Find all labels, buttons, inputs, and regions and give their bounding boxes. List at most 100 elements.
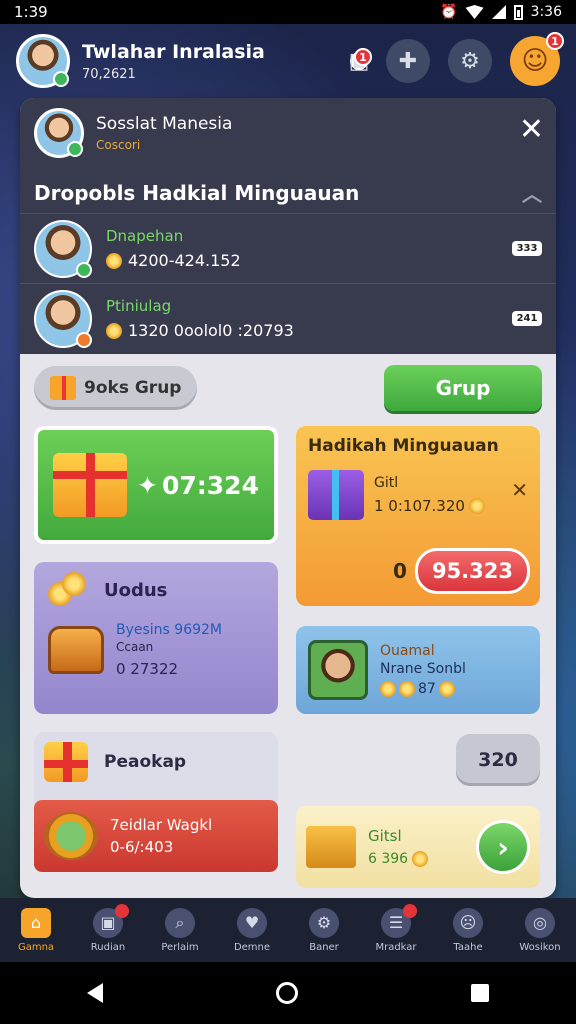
panel-profile-avatar[interactable]	[34, 108, 84, 158]
gift-box-icon	[53, 453, 128, 517]
nav-item-news[interactable]: ☰ Mradkar	[363, 903, 429, 953]
nav-item-chat[interactable]: ◎ Wosikon	[507, 907, 573, 953]
leaderboard-avatar	[34, 289, 92, 348]
nav-badge	[403, 903, 417, 918]
nav-item-heart[interactable]: ♥ Demne	[219, 907, 285, 953]
online-indicator	[53, 71, 69, 87]
purple-gift-icon	[308, 470, 364, 520]
weekly-gift-info: Gitl 1 0:107.320	[374, 475, 485, 515]
count-pill[interactable]: 320	[456, 734, 540, 786]
user-name: Twlahar Inralasia	[82, 40, 265, 63]
nav-item-emoji[interactable]: ☹ Taahe	[435, 907, 501, 953]
nav-label: Rudian	[90, 941, 126, 953]
bonus-title: Uodus	[104, 579, 168, 601]
rewards-grid: ✦ 07:324 Hadikah Minguauan Gitl 1 0:107.3…	[20, 422, 556, 898]
recents-icon[interactable]	[471, 984, 490, 1002]
profile-status-dot	[67, 141, 83, 157]
bonus-card[interactable]: Uodus Byesins 9692M Ccaan 0 27322	[34, 562, 278, 714]
close-icon[interactable]: ✕	[511, 478, 528, 502]
nav-item-shop[interactable]: ▣ Rudian	[75, 903, 141, 953]
friend-info: Ouamal Nrane Sonbl 87	[380, 643, 466, 697]
leaderboard-item[interactable]: Ptiniulag 1320 0oolol0 :20793 241	[20, 283, 556, 353]
leaderboard-name: Dnapehan	[106, 227, 184, 245]
group-button[interactable]: Grup	[384, 365, 542, 411]
arrow-right-icon: ›	[497, 830, 509, 864]
coin-icon	[399, 681, 415, 697]
nav-label: Wosikon	[519, 941, 561, 953]
coin-icon	[106, 252, 122, 269]
timer-card[interactable]: ✦ 07:324	[34, 426, 278, 544]
reward-card[interactable]: 7eidlar Wagkl 0-6/:403	[34, 800, 278, 872]
leaderboard-name: Ptiniulag	[106, 297, 172, 315]
home-icon: ⌂	[21, 907, 51, 938]
nav-badge	[115, 903, 129, 918]
inbox-button[interactable]: ▣ 1	[349, 48, 372, 74]
leaderboard-score-value: 4200-424.152	[128, 251, 241, 270]
coin-icon	[106, 322, 122, 339]
add-icon: ✚	[398, 48, 418, 74]
bonus-header: Uodus	[48, 572, 264, 608]
friend-card[interactable]: Ouamal Nrane Sonbl 87	[296, 626, 540, 714]
timer-value: 07:324	[162, 470, 259, 500]
gift-claim-info: Gitsl 6 396	[368, 827, 429, 867]
weekly-gift-title: Hadikah Minguauan	[308, 436, 499, 456]
settings-icon: ⚙	[460, 48, 480, 74]
home-circle-icon[interactable]	[275, 982, 298, 1004]
bonus-line1: Byesins 9692M	[116, 622, 223, 638]
nav-item-settings[interactable]: ⚙ Baner	[291, 907, 357, 953]
friend-line2: Nrane Sonbl	[380, 661, 466, 677]
nav-item-search[interactable]: ⌕ Perlaim	[147, 907, 213, 953]
top-header: Twlahar Inralasia 70,2621 ▣ 1 ✚ ⚙ ☺ 1	[0, 24, 576, 98]
friend-avatar	[308, 640, 368, 700]
battery-icon	[513, 4, 523, 20]
go-button[interactable]: ›	[476, 820, 530, 874]
weekly-gift-card[interactable]: Hadikah Minguauan Gitl 1 0:107.320 ✕ 0 9…	[296, 426, 540, 606]
panel-heading: Dropobls Hadkial Minguauan ︿	[20, 168, 556, 213]
system-nav-bar	[0, 962, 576, 1024]
gift-claim-amount: 6 396	[368, 851, 409, 867]
mascot-icon: ☺	[521, 46, 549, 76]
bonus-line3: 0 27322	[116, 660, 179, 678]
weekly-gift-actions: 0 95.323	[393, 548, 530, 594]
buy-button[interactable]: 95.323	[414, 548, 530, 594]
group-gift-button[interactable]: 9oks Grup	[34, 366, 198, 410]
panel-profile-info: Sosslat Manesia Coscori	[96, 114, 232, 152]
coin-icon	[380, 681, 396, 697]
bonus-line2: Ccaan	[116, 640, 154, 654]
nav-item-home[interactable]: ⌂ Gamna	[3, 907, 69, 953]
weekly-gift-quantity: 0	[393, 559, 407, 583]
user-avatar[interactable]	[16, 34, 70, 88]
leaderboard-info: Dnapehan 4200-424.152	[106, 227, 512, 270]
money-box-icon	[306, 826, 356, 868]
group-buttons-row: 9oks Grup Grup	[20, 354, 556, 422]
money-chest-icon	[44, 812, 98, 860]
reward-info: 7eidlar Wagkl 0-6/:403	[110, 816, 212, 856]
back-icon[interactable]	[86, 983, 103, 1003]
user-info: Twlahar Inralasia 70,2621	[82, 41, 350, 82]
settings-button[interactable]: ⚙	[448, 39, 492, 83]
coin-icon	[438, 681, 455, 697]
friend-line3: 87	[380, 681, 466, 697]
status-bar: 1:39 ⏰ 3:36	[0, 0, 576, 24]
chest-icon	[48, 626, 104, 674]
package-card[interactable]: Peaokap 7eidlar Wagkl 0-6/:403	[34, 732, 278, 872]
nav-label: Mradkar	[375, 941, 417, 953]
panel-profile-name: Sosslat Manesia	[96, 114, 233, 134]
add-button[interactable]: ✚	[386, 39, 430, 83]
wifi-icon	[465, 5, 484, 19]
nav-label: Taahe	[453, 941, 483, 953]
close-icon[interactable]: ✕	[519, 112, 544, 147]
leaderboard-status-dot	[76, 261, 92, 278]
gift-icon	[50, 376, 76, 400]
leaderboard-item[interactable]: Dnapehan 4200-424.152 333	[20, 213, 556, 283]
mascot-button[interactable]: ☺ 1	[510, 32, 564, 86]
bonus-body: Byesins 9692M Ccaan 0 27322	[48, 622, 264, 678]
weekly-gift-value: 1 0:107.320	[374, 497, 485, 515]
leaderboard-status-dot	[76, 331, 92, 348]
chevron-up-icon[interactable]: ︿	[522, 178, 542, 207]
gift-claim-card[interactable]: Gitsl 6 396 ›	[296, 806, 540, 888]
bottom-nav: ⌂ Gamna ▣ Rudian ⌕ Perlaim ♥ Demne ⚙ Baner ☰ M…	[0, 898, 576, 962]
weekly-gift-label: Gitl	[374, 475, 399, 491]
header-actions: ▣ 1 ✚ ⚙ ☺ 1	[349, 32, 564, 86]
leaderboard-score: 1320 0oolol0 :20793	[106, 321, 512, 340]
